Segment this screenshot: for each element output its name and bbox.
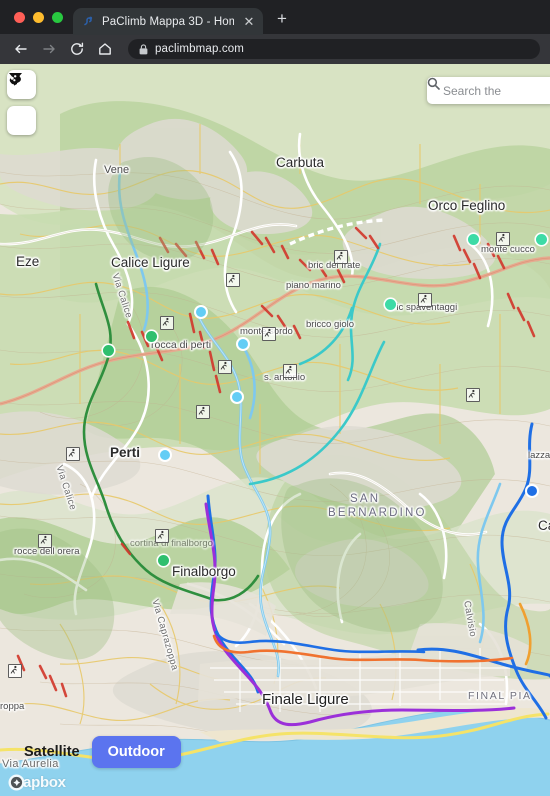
climbing-pictogram-icon[interactable] xyxy=(418,293,432,307)
lock-icon xyxy=(139,43,148,55)
route-node-upper[interactable] xyxy=(196,307,206,317)
forward-button[interactable] xyxy=(36,36,62,62)
crag-marker-finalborgo[interactable] xyxy=(158,555,169,566)
style-option-outdoor[interactable]: Outdoor xyxy=(91,736,181,768)
route-node-perti[interactable] xyxy=(160,450,170,460)
new-tab-button[interactable]: + xyxy=(269,6,295,32)
close-window-button[interactable] xyxy=(14,11,25,23)
climbing-pictogram-icon[interactable] xyxy=(334,250,348,264)
crag-marker-bric-spaventaggi[interactable] xyxy=(385,299,396,310)
climbing-pictogram-icon[interactable] xyxy=(283,364,297,378)
home-button[interactable] xyxy=(92,36,118,62)
minimize-window-button[interactable] xyxy=(33,11,44,23)
crag-marker-monte-cucco[interactable] xyxy=(468,234,479,245)
climbing-pictogram-icon[interactable] xyxy=(66,447,80,461)
route-node-lower[interactable] xyxy=(232,392,242,402)
window-traffic-lights xyxy=(10,0,73,34)
route-node-mid[interactable] xyxy=(238,339,248,349)
crag-marker-rocca-di-perti[interactable] xyxy=(146,331,157,342)
map-canvas[interactable]: Vene Carbuta Orco Feglino Eze Calice Lig… xyxy=(0,64,550,796)
layers-button[interactable] xyxy=(7,74,36,135)
mapbox-attribution[interactable]: mapbox xyxy=(8,774,66,791)
map-tiles xyxy=(0,64,550,796)
address-bar[interactable]: paclimbmap.com xyxy=(128,39,540,59)
climbing-pictogram-icon[interactable] xyxy=(38,534,52,548)
climbing-pictogram-icon[interactable] xyxy=(496,232,510,246)
url-text: paclimbmap.com xyxy=(155,43,245,55)
maximize-window-button[interactable] xyxy=(52,11,63,23)
map-control-stack xyxy=(7,70,36,135)
tab-strip: PaClimb Mappa 3D - Homepag ✕ + xyxy=(0,0,550,35)
climbing-pictogram-icon[interactable] xyxy=(466,388,480,402)
climbing-pictogram-icon[interactable] xyxy=(218,360,232,374)
search-placeholder: Search the xyxy=(443,83,502,98)
climbing-pictogram-icon[interactable] xyxy=(196,405,210,419)
climbing-pictogram-icon[interactable] xyxy=(8,664,22,678)
paclimb-favicon-icon xyxy=(82,15,95,28)
search-bar[interactable]: Search the xyxy=(427,77,550,104)
climbing-pictogram-icon[interactable] xyxy=(160,316,174,330)
climbing-pictogram-icon[interactable] xyxy=(155,529,169,543)
crag-marker-east[interactable] xyxy=(536,234,547,245)
climbing-pictogram-icon[interactable] xyxy=(226,273,240,287)
reload-button[interactable] xyxy=(64,36,90,62)
crag-marker-perti-west[interactable] xyxy=(103,345,114,356)
route-node-east[interactable] xyxy=(527,486,537,496)
tab-title: PaClimb Mappa 3D - Homepag xyxy=(102,15,234,28)
map-style-toggle[interactable]: Satellite Outdoor xyxy=(22,736,181,768)
style-option-satellite[interactable]: Satellite xyxy=(22,739,82,765)
browser-toolbar: paclimbmap.com xyxy=(0,34,550,64)
browser-tab[interactable]: PaClimb Mappa 3D - Homepag ✕ xyxy=(73,8,263,35)
climbing-pictogram-icon[interactable] xyxy=(262,327,276,341)
close-tab-button[interactable]: ✕ xyxy=(241,14,257,30)
browser-window: PaClimb Mappa 3D - Homepag ✕ + xyxy=(0,0,550,796)
back-button[interactable] xyxy=(8,36,34,62)
